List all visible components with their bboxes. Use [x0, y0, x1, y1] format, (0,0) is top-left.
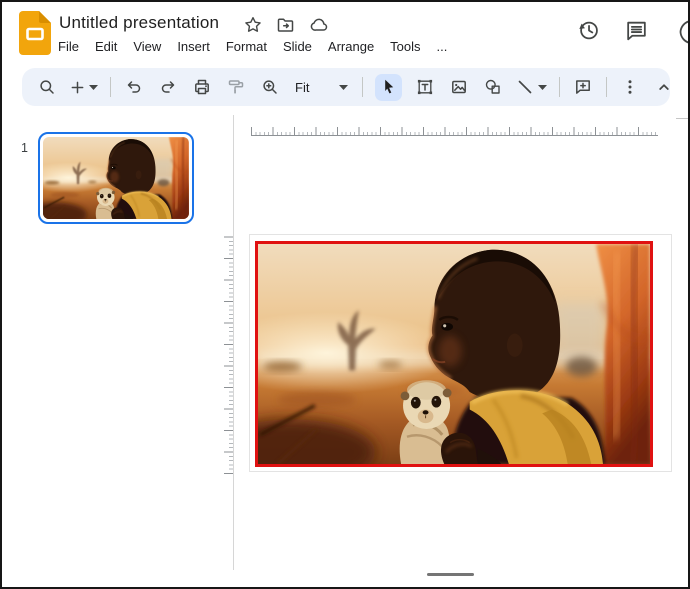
insert-image-icon[interactable]: [448, 74, 470, 100]
version-history-icon[interactable]: [576, 18, 601, 43]
caret-down-icon: [89, 84, 98, 90]
more-vertical-icon[interactable]: [619, 74, 641, 100]
move-folder-icon[interactable]: [276, 16, 295, 34]
caret-down-icon: [339, 84, 349, 90]
undo-icon[interactable]: [123, 74, 145, 100]
menu-overflow[interactable]: ...: [437, 39, 448, 54]
slide-canvas[interactable]: [249, 234, 672, 472]
google-slides-window: Untitled presentation File Edit View Ins…: [0, 0, 690, 589]
slide-thumbnail-image: [43, 137, 189, 219]
toolbar-separator: [362, 77, 364, 97]
caret-down-icon: [538, 84, 548, 90]
menu-item-edit[interactable]: Edit: [95, 39, 117, 54]
slide-thumbnail[interactable]: [38, 132, 194, 224]
toolbar-separator: [606, 77, 608, 97]
document-title[interactable]: Untitled presentation: [59, 13, 219, 33]
toolbar-separator: [110, 77, 111, 97]
toolbar: Fit: [22, 68, 670, 106]
vertical-ruler: [223, 234, 233, 474]
comments-icon[interactable]: [624, 18, 649, 43]
cloud-saved-icon[interactable]: [309, 16, 329, 34]
hide-menus-icon[interactable]: [653, 74, 675, 100]
menu-item-insert[interactable]: Insert: [177, 39, 210, 54]
search-icon[interactable]: [36, 74, 58, 100]
slide-image[interactable]: [255, 241, 653, 467]
menu-bar: File Edit View Insert Format Slide Arran…: [58, 39, 447, 54]
filmstrip-divider: [233, 115, 234, 570]
star-icon[interactable]: [244, 16, 262, 34]
paint-format-icon[interactable]: [225, 74, 247, 100]
text-box-icon[interactable]: [414, 74, 436, 100]
redo-icon[interactable]: [157, 74, 179, 100]
zoom-fit-dropdown[interactable]: Fit: [293, 80, 350, 95]
toolbar-separator: [559, 77, 561, 97]
menu-item-tools[interactable]: Tools: [390, 39, 420, 54]
google-slides-logo[interactable]: [18, 10, 52, 56]
zoom-in-icon[interactable]: [259, 74, 281, 100]
print-icon[interactable]: [191, 74, 213, 100]
title-actions: [244, 16, 329, 34]
insert-comment-icon[interactable]: [572, 74, 594, 100]
select-cursor-icon[interactable]: [375, 73, 403, 101]
slide-number: 1: [21, 141, 28, 155]
partial-edge-icon: [678, 19, 688, 45]
canvas-corner-mark: [676, 118, 688, 119]
menu-item-view[interactable]: View: [133, 39, 161, 54]
new-slide-button[interactable]: [70, 74, 98, 100]
menu-item-slide[interactable]: Slide: [283, 39, 312, 54]
horizontal-ruler: [251, 124, 658, 136]
header-right-actions: [576, 18, 649, 43]
menu-item-file[interactable]: File: [58, 39, 79, 54]
zoom-fit-label: Fit: [295, 79, 310, 95]
notes-resize-handle[interactable]: [427, 573, 474, 576]
insert-shape-icon[interactable]: [482, 74, 504, 100]
menu-item-format[interactable]: Format: [226, 39, 267, 54]
menu-item-arrange[interactable]: Arrange: [328, 39, 374, 54]
insert-line-icon[interactable]: [516, 74, 548, 100]
